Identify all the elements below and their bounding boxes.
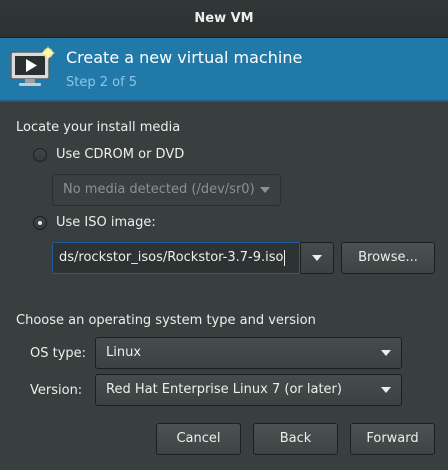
- iso-path-input[interactable]: ds/rockstor_isos/Rockstor-3.7-9.iso: [52, 242, 300, 274]
- cdrom-media-value: No media detected (/dev/sr0): [63, 182, 255, 197]
- os-version-value: Red Hat Enterprise Linux 7 (or later): [106, 382, 342, 397]
- cancel-button[interactable]: Cancel: [156, 423, 241, 455]
- browse-button[interactable]: Browse...: [341, 242, 435, 274]
- os-section-label: Choose an operating system type and vers…: [16, 313, 316, 328]
- iso-path-value: ds/rockstor_isos/Rockstor-3.7-9.iso: [59, 250, 284, 265]
- os-type-value: Linux: [106, 345, 142, 360]
- chevron-down-icon: [381, 387, 391, 393]
- window-title: New VM: [0, 0, 448, 38]
- forward-button[interactable]: Forward: [350, 423, 435, 455]
- iso-radio-label: Use ISO image:: [56, 215, 156, 230]
- text-cursor: [284, 249, 286, 266]
- wizard-header: Create a new virtual machine Step 2 of 5: [0, 38, 448, 102]
- iso-radio[interactable]: Use ISO image:: [33, 215, 156, 230]
- os-version-label: Version:: [30, 383, 83, 398]
- cdrom-media-combo: No media detected (/dev/sr0): [52, 174, 281, 206]
- install-media-label: Locate your install media: [16, 120, 181, 135]
- cdrom-radio-label: Use CDROM or DVD: [56, 147, 185, 162]
- chevron-down-icon: [312, 255, 322, 261]
- vm-monitor-icon: [10, 46, 55, 86]
- os-type-label: OS type:: [30, 346, 87, 361]
- chevron-down-icon: [260, 187, 270, 193]
- chevron-down-icon: [381, 350, 391, 356]
- os-type-combo[interactable]: Linux: [95, 337, 402, 369]
- radio-unchecked-icon[interactable]: [33, 147, 47, 162]
- header-title: Create a new virtual machine: [66, 48, 303, 67]
- back-button[interactable]: Back: [253, 423, 338, 455]
- header-step: Step 2 of 5: [66, 75, 138, 90]
- os-version-combo[interactable]: Red Hat Enterprise Linux 7 (or later): [95, 374, 402, 406]
- cdrom-radio[interactable]: Use CDROM or DVD: [33, 147, 184, 162]
- radio-checked-icon[interactable]: [33, 215, 47, 230]
- iso-path-dropdown-button[interactable]: [300, 242, 334, 274]
